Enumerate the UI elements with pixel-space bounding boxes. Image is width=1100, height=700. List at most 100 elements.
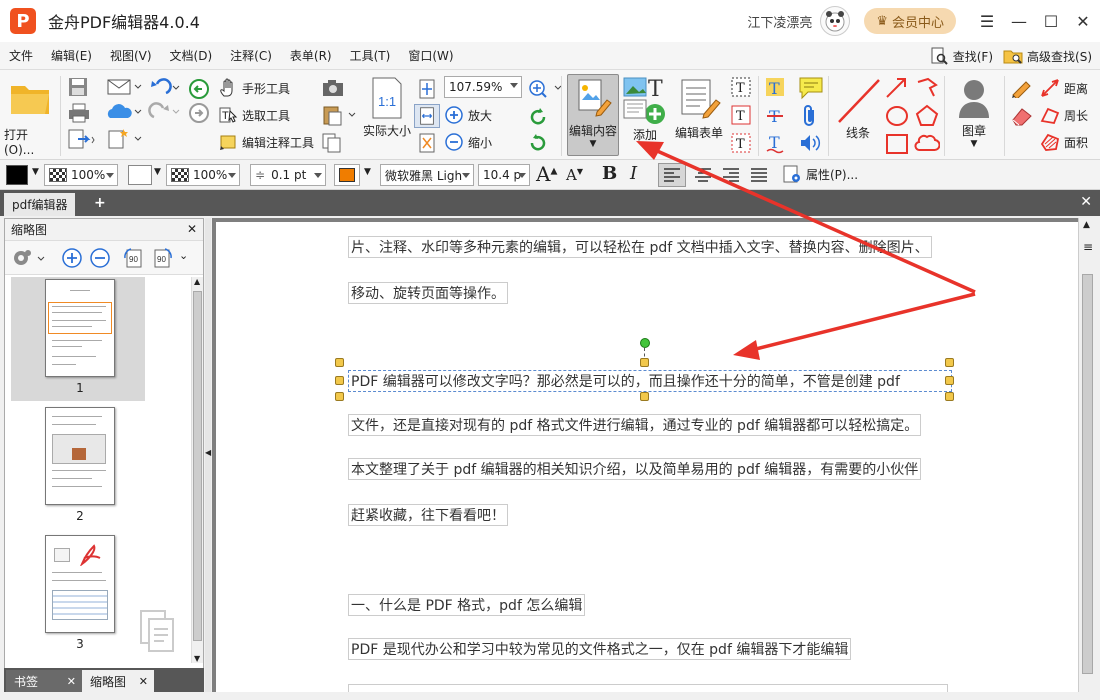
page-thumbnail-1[interactable] [45, 279, 115, 377]
chevron-down-icon[interactable]: ▼ [32, 167, 39, 177]
double-chevron-down-icon[interactable]: ⌄ [179, 249, 188, 262]
undo-icon[interactable] [148, 78, 180, 98]
properties-button[interactable]: 属性(P)... [782, 164, 858, 184]
select-tool-button[interactable]: T 选取工具 [218, 105, 290, 125]
cloud-shape-icon[interactable] [914, 132, 940, 156]
scroll-down-icon[interactable]: ▼ [194, 654, 200, 663]
hand-tool-button[interactable]: 手形工具 [218, 78, 290, 98]
note-icon[interactable] [798, 76, 824, 100]
resize-handle-w[interactable] [335, 376, 344, 385]
text-block[interactable] [348, 684, 948, 692]
attachment-icon[interactable] [800, 104, 820, 128]
tab-pdf-editor[interactable]: pdf编辑器 [4, 193, 76, 216]
rotate-ccw-90-icon[interactable]: 90 [121, 246, 145, 270]
stroke-opacity-select[interactable]: 100% [166, 164, 240, 186]
panel-splitter[interactable]: ◀ [205, 218, 211, 692]
forward-icon[interactable] [188, 102, 210, 124]
font-family-select[interactable]: 微软雅黑 Ligh [380, 164, 474, 186]
page-thumbnail-2[interactable] [45, 407, 115, 505]
menu-file[interactable]: 文件 [0, 47, 42, 64]
scrollbar-thumb[interactable] [1082, 274, 1093, 674]
user-name[interactable]: 江下凌漂亮 [747, 12, 812, 31]
sound-icon[interactable] [798, 132, 822, 154]
fit-width-icon[interactable] [414, 104, 440, 128]
fit-visible-icon[interactable] [416, 132, 438, 154]
close-document-icon[interactable]: ✕ [1080, 194, 1092, 210]
actual-size-button[interactable]: 1:1 实际大小 [360, 76, 414, 139]
menu-form[interactable]: 表单(R) [281, 47, 341, 64]
menu-tools[interactable]: 工具(T) [341, 47, 400, 64]
underline-icon[interactable]: T [764, 132, 786, 154]
fill-opacity-select[interactable]: 100% [44, 164, 118, 186]
resize-handle-s[interactable] [640, 392, 649, 401]
rotate-left-icon[interactable] [527, 106, 549, 128]
edit-form-button[interactable]: 编辑表单 [672, 76, 726, 141]
export-icon[interactable] [66, 128, 96, 150]
maximize-icon[interactable]: ☐ [1036, 6, 1066, 36]
align-left-button[interactable] [658, 163, 686, 187]
text-block[interactable]: 本文整理了关于 pdf 编辑器的相关知识介绍，以及简单易用的 pdf 编辑器，有… [348, 458, 922, 480]
chevron-down-icon[interactable]: ▼ [364, 167, 371, 177]
line-width-select[interactable]: ≑ 0.1 pt [250, 164, 326, 186]
email-icon[interactable] [106, 78, 142, 96]
arrow-shape-icon[interactable] [884, 76, 910, 100]
rotate-handle[interactable] [640, 338, 650, 348]
zoom-out-thumbnail-icon[interactable] [89, 247, 111, 269]
text-block[interactable]: 赶紧收藏，往下看看吧！ [348, 504, 508, 526]
stamp-button[interactable]: 图章 ▼ [948, 76, 1000, 149]
menu-view[interactable]: 视图(V) [101, 47, 161, 64]
text-block[interactable]: PDF 是现代办公和学习中较为常见的文件格式之一，仅在 pdf 编辑器下才能编辑 [348, 638, 852, 660]
page-thumbnail-3[interactable] [45, 535, 115, 633]
save-icon[interactable] [66, 76, 90, 98]
align-right-icon[interactable] [718, 164, 744, 186]
menu-comment[interactable]: 注释(C) [221, 47, 281, 64]
font-size-select[interactable]: 10.4 p [478, 164, 530, 186]
scroll-up-icon[interactable]: ▲ [1083, 220, 1090, 230]
resize-handle-se[interactable] [945, 392, 954, 401]
resize-handle-sw[interactable] [335, 392, 344, 401]
page-up-icon[interactable]: ≡ [1083, 240, 1093, 254]
text-block[interactable]: 文件，还是直接对现有的 pdf 格式文件进行编辑，通过专业的 pdf 编辑器都可… [348, 414, 922, 436]
rectangle-icon[interactable] [884, 132, 910, 156]
new-document-icon[interactable] [106, 128, 142, 150]
open-button[interactable]: 打开(O)... [4, 76, 56, 157]
tab-bookmarks[interactable]: 书签 ✕ [6, 670, 82, 692]
scrollbar-thumb[interactable] [193, 291, 202, 641]
decrease-font-icon[interactable]: A▼ [566, 166, 583, 184]
lines-button[interactable]: 线条 [834, 76, 882, 141]
increase-font-icon[interactable]: A▲ [536, 162, 557, 186]
minimize-icon[interactable]: — [1004, 6, 1034, 36]
zoom-level-select[interactable]: 107.59% [444, 76, 522, 98]
menu-edit[interactable]: 编辑(E) [42, 47, 101, 64]
fill-color-swatch[interactable] [6, 165, 28, 185]
resize-handle-n[interactable] [640, 358, 649, 367]
text-block[interactable]: 一、什么是 PDF 格式，pdf 怎么编辑 [348, 594, 586, 616]
text-block[interactable]: 片、注释、水印等多种元素的编辑，可以轻松在 pdf 文档中插入文字、替换内容、删… [348, 236, 932, 258]
polygon-line-icon[interactable] [914, 76, 940, 100]
snapshot-icon[interactable] [320, 78, 346, 98]
stroke-color-swatch[interactable] [128, 165, 152, 185]
scroll-up-icon[interactable]: ▲ [194, 277, 200, 286]
bold-icon[interactable]: B [602, 163, 617, 184]
typewriter-icon[interactable]: T [764, 76, 786, 98]
text-box-icon[interactable]: T [730, 104, 752, 126]
advanced-find-button[interactable]: 高级查找(S) [1003, 46, 1092, 66]
close-icon[interactable]: ✕ [1068, 6, 1098, 36]
zoom-out-button[interactable]: 缩小 [444, 132, 492, 152]
menu-document[interactable]: 文档(D) [161, 47, 222, 64]
add-tab-icon[interactable]: + [94, 196, 106, 210]
resize-handle-ne[interactable] [945, 358, 954, 367]
area-button[interactable]: 面积 [1040, 132, 1088, 152]
resize-handle-e[interactable] [945, 376, 954, 385]
gear-icon[interactable] [11, 247, 45, 269]
close-panel-icon[interactable]: ✕ [187, 222, 197, 236]
pentagon-icon[interactable] [914, 104, 940, 128]
zoom-in-button[interactable]: 放大 [444, 105, 492, 125]
back-icon[interactable] [188, 78, 210, 100]
perimeter-button[interactable]: 周长 [1040, 105, 1088, 125]
close-tab-icon[interactable]: ✕ [67, 675, 76, 688]
thumbnail-scrollbar[interactable]: ▲ ▼ [191, 277, 203, 663]
resize-handle-nw[interactable] [335, 358, 344, 367]
menu-window[interactable]: 窗口(W) [399, 47, 462, 64]
print-icon[interactable] [66, 102, 92, 124]
